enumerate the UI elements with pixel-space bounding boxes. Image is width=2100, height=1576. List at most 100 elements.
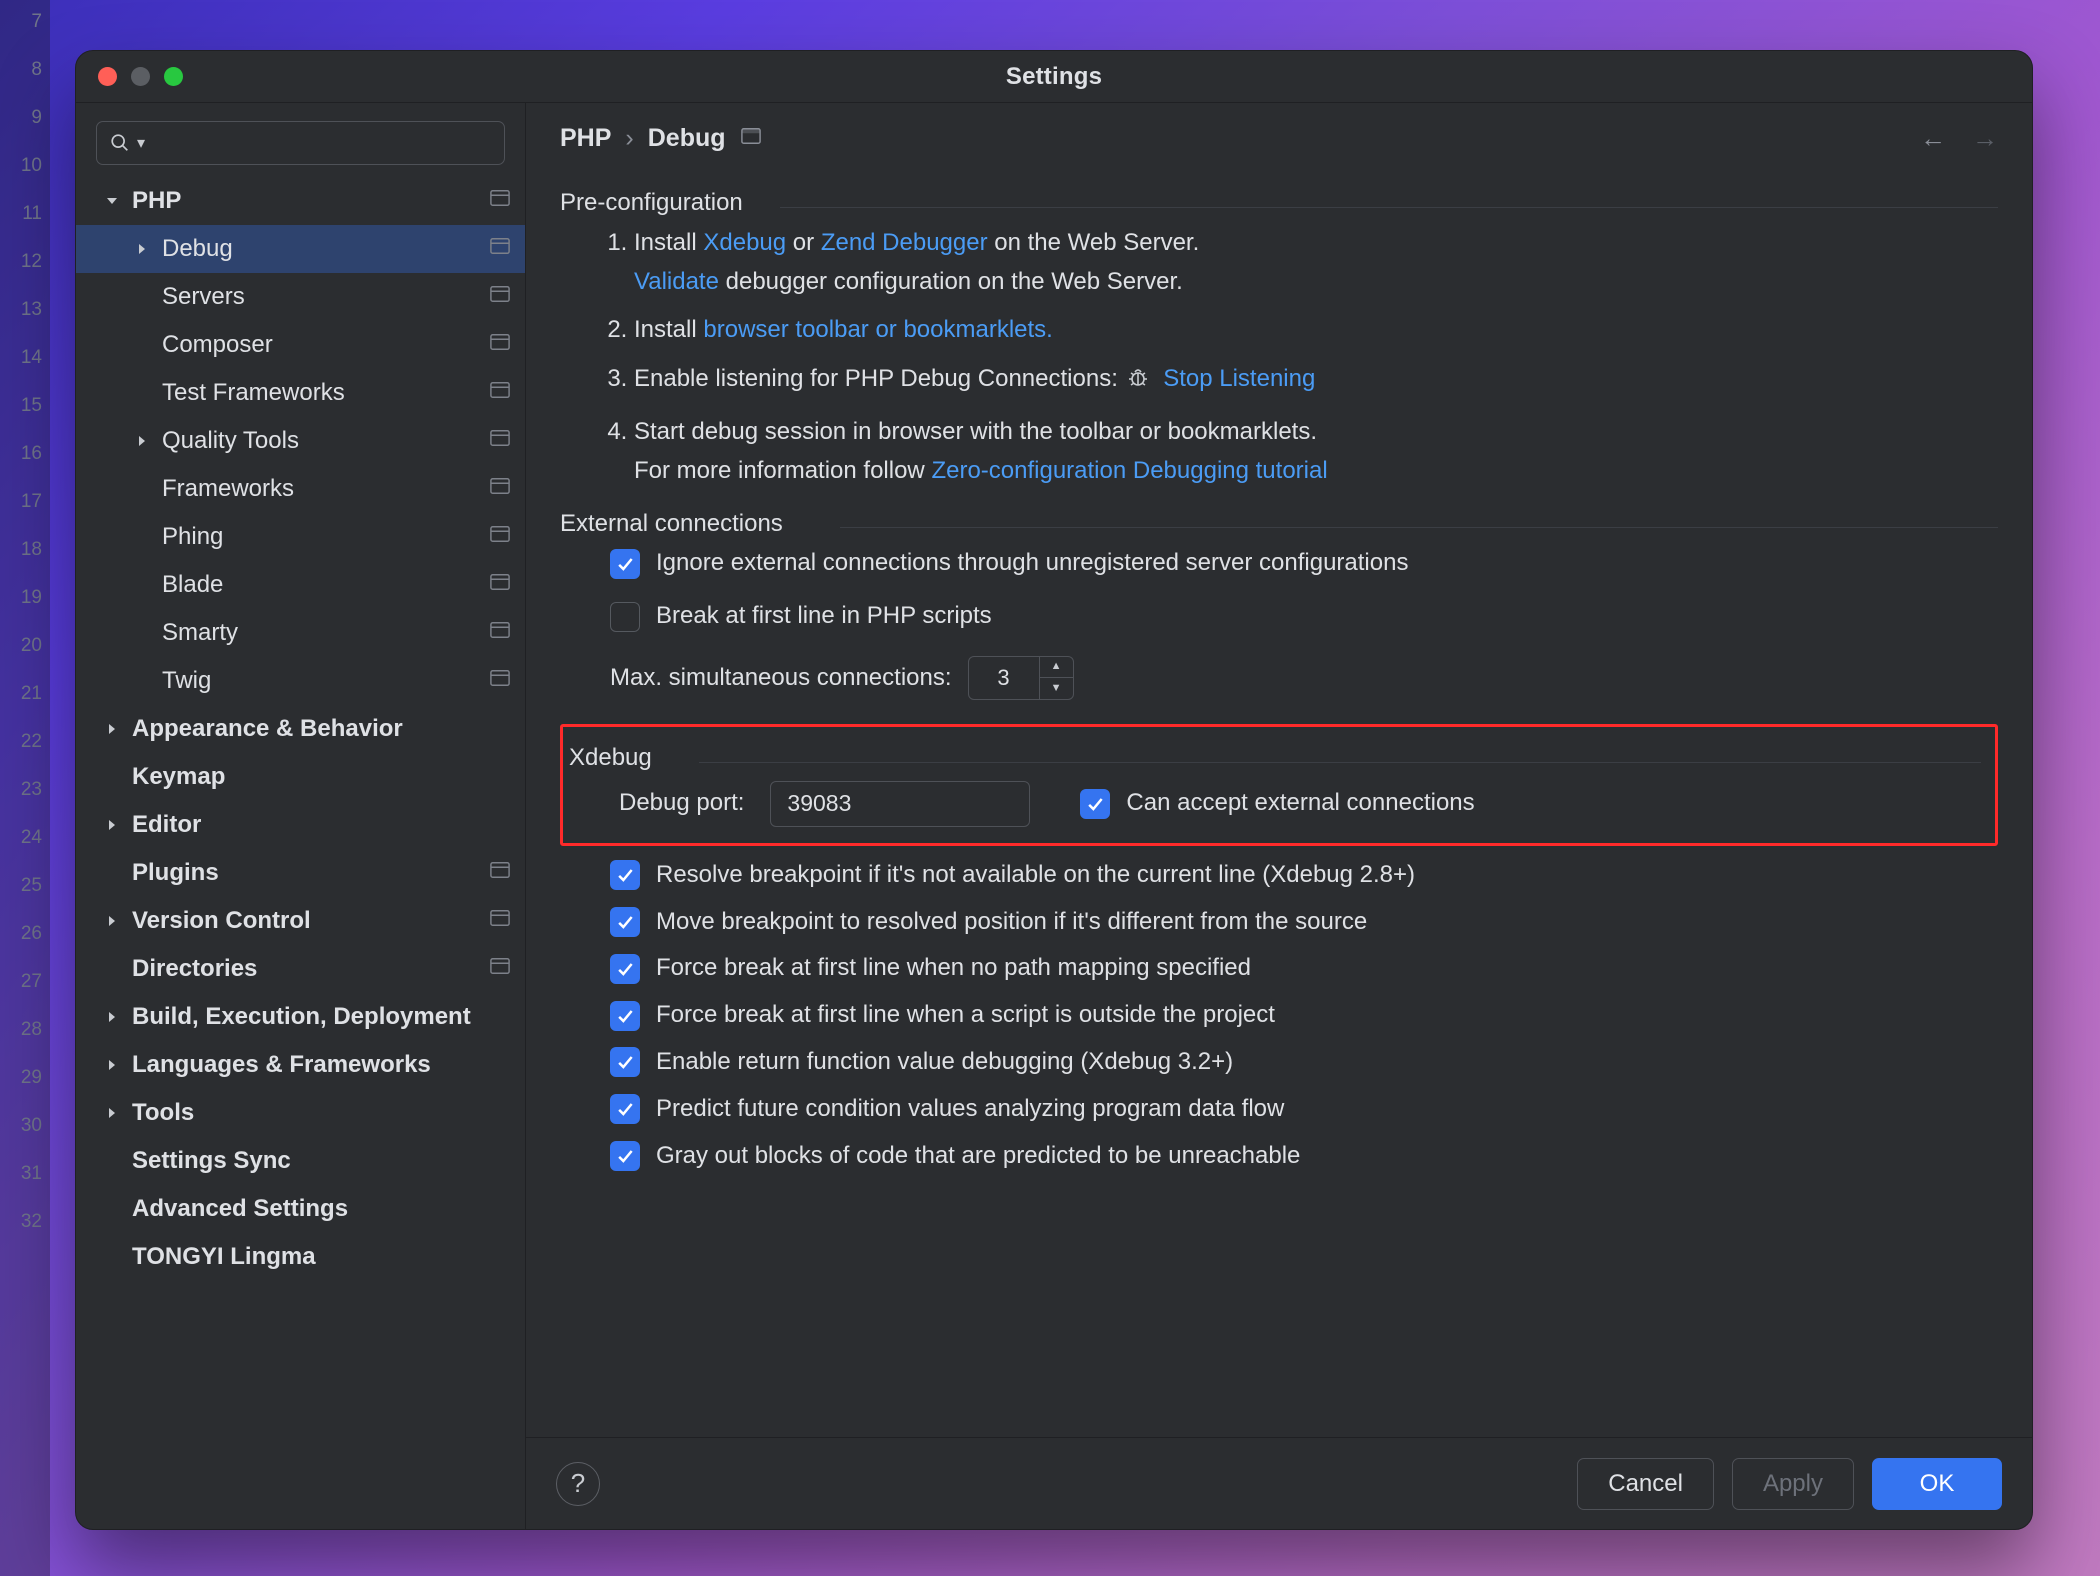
checkbox-return-value[interactable] [610,1047,640,1077]
dialog-footer: ? Cancel Apply OK [526,1437,2032,1529]
sidebar-item-plugins[interactable]: Plugins [76,849,525,897]
scope-icon [740,126,762,151]
link-validate[interactable]: Validate [634,268,719,295]
sidebar-item-editor[interactable]: Editor [76,801,525,849]
chevron-up-icon[interactable]: ▲ [1040,657,1073,679]
label-debug-port: Debug port: [619,786,744,821]
chevron-down-icon [104,193,122,209]
sidebar-item-label: Plugins [132,859,479,887]
chevron-right-icon [104,1105,122,1121]
checkbox-resolve-bp[interactable] [610,860,640,890]
label-predict: Predict future condition values analyzin… [656,1092,1284,1127]
breadcrumb-leaf: Debug [648,124,726,153]
sidebar-item-tools[interactable]: Tools [76,1089,525,1137]
sidebar-item-label: Phing [162,523,479,551]
label-break-first-line: Break at first line in PHP scripts [656,599,992,634]
sidebar-item-phing[interactable]: Phing [76,513,525,561]
step-1: Install Xdebug or Zend Debugger on the W… [634,226,1998,300]
sidebar-item-label: Smarty [162,619,479,647]
sidebar-item-label: Frameworks [162,475,479,503]
sidebar-item-label: Languages & Frameworks [132,1051,511,1079]
titlebar: Settings [76,51,2032,103]
chevron-right-icon [104,817,122,833]
section-preconfig-title: Pre-configuration [560,186,1998,221]
step-2: Install browser toolbar or bookmarklets. [634,313,1998,348]
checkbox-accept-external[interactable] [1080,789,1110,819]
checkbox-force-break-outside[interactable] [610,1001,640,1031]
checkbox-move-bp[interactable] [610,907,640,937]
sidebar-item-label: Servers [162,283,479,311]
label-force-break-outside: Force break at first line when a script … [656,998,1275,1033]
sidebar-item-advanced-settings[interactable]: Advanced Settings [76,1185,525,1233]
sidebar-item-label: TONGYI Lingma [132,1243,511,1271]
sidebar-item-frameworks[interactable]: Frameworks [76,465,525,513]
link-browser-toolbar[interactable]: browser toolbar or bookmarklets. [703,316,1052,343]
window-title: Settings [76,63,2032,91]
help-button[interactable]: ? [556,1462,600,1506]
sidebar-item-debug[interactable]: Debug [76,225,525,273]
sidebar-item-appearance-behavior[interactable]: Appearance & Behavior [76,705,525,753]
link-stop-listening[interactable]: Stop Listening [1163,365,1315,392]
label-ignore-external: Ignore external connections through unre… [656,546,1408,581]
checkbox-break-first-line[interactable] [610,602,640,632]
step-3: Enable listening for PHP Debug Connectio… [634,362,1998,401]
chevron-right-icon [104,1009,122,1025]
scope-icon [489,619,511,647]
checkbox-gray-out[interactable] [610,1141,640,1171]
search-icon [109,132,131,154]
sidebar-item-directories[interactable]: Directories [76,945,525,993]
sidebar-item-keymap[interactable]: Keymap [76,753,525,801]
chevron-right-icon: › [625,124,633,153]
sidebar-item-label: Twig [162,667,479,695]
label-force-break-nomap: Force break at first line when no path m… [656,951,1251,986]
sidebar-item-label: Quality Tools [162,427,479,455]
label-accept-external: Can accept external connections [1126,786,1474,821]
chevron-right-icon [134,433,152,449]
sidebar-item-label: Debug [162,235,479,263]
sidebar-item-label: Directories [132,955,479,983]
breadcrumb: PHP › Debug ← → [526,103,2032,164]
checkbox-predict[interactable] [610,1094,640,1124]
scope-icon [489,907,511,935]
scope-icon [489,667,511,695]
stepper-buttons[interactable]: ▲ ▼ [1039,657,1073,699]
scope-icon [489,187,511,215]
link-zero-config[interactable]: Zero-configuration Debugging tutorial [931,457,1327,484]
sidebar-item-smarty[interactable]: Smarty [76,609,525,657]
search-input[interactable]: ▾ [96,121,505,165]
cancel-button[interactable]: Cancel [1577,1458,1714,1510]
chevron-right-icon [104,1057,122,1073]
sidebar-item-languages-frameworks[interactable]: Languages & Frameworks [76,1041,525,1089]
link-zend[interactable]: Zend Debugger [821,229,988,256]
divider [840,527,1998,528]
scope-icon [489,379,511,407]
chevron-down-icon[interactable]: ▼ [1040,678,1073,699]
nav-back-icon[interactable]: ← [1920,123,1946,154]
label-gray-out: Gray out blocks of code that are predict… [656,1139,1300,1174]
sidebar-item-test-frameworks[interactable]: Test Frameworks [76,369,525,417]
sidebar-item-quality-tools[interactable]: Quality Tools [76,417,525,465]
label-max-connections: Max. simultaneous connections: [610,661,952,696]
sidebar-item-servers[interactable]: Servers [76,273,525,321]
link-xdebug[interactable]: Xdebug [703,229,786,256]
sidebar-item-label: Blade [162,571,479,599]
divider [780,207,1998,208]
checkbox-ignore-external[interactable] [610,549,640,579]
sidebar-item-build-execution-deployment[interactable]: Build, Execution, Deployment [76,993,525,1041]
sidebar-item-label: Keymap [132,763,511,791]
sidebar-item-blade[interactable]: Blade [76,561,525,609]
ok-button[interactable]: OK [1872,1458,2002,1510]
section-xdebug-title: Xdebug [569,741,1981,776]
debug-port-input[interactable]: 39083 [770,781,1030,827]
chevron-right-icon [134,241,152,257]
sidebar-item-version-control[interactable]: Version Control [76,897,525,945]
breadcrumb-root[interactable]: PHP [560,124,611,153]
checkbox-force-break-nomap[interactable] [610,954,640,984]
sidebar-item-composer[interactable]: Composer [76,321,525,369]
sidebar-item-tongyi-lingma[interactable]: TONGYI Lingma [76,1233,525,1281]
sidebar-item-php[interactable]: PHP [76,177,525,225]
sidebar-item-settings-sync[interactable]: Settings Sync [76,1137,525,1185]
sidebar-item-twig[interactable]: Twig [76,657,525,705]
nav-forward-icon: → [1972,123,1998,154]
max-connections-stepper[interactable]: 3 ▲ ▼ [968,656,1074,700]
